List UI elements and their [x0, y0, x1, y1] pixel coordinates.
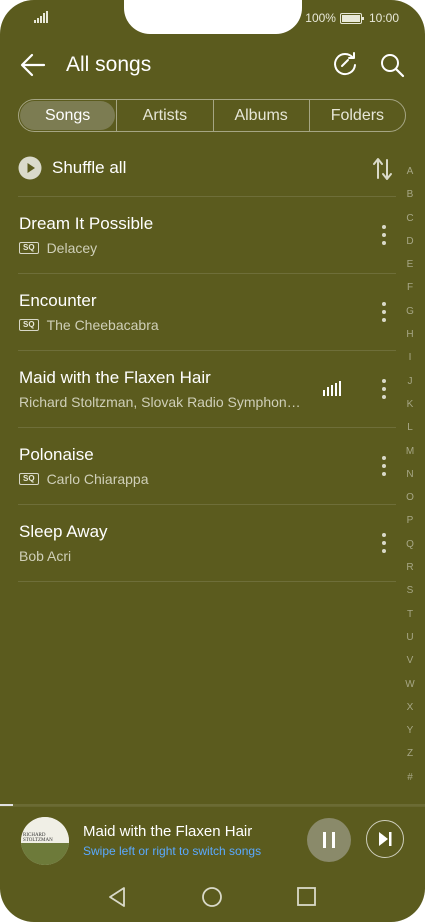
song-subtitle: Bob Acri — [19, 548, 71, 564]
status-bar: 100% 10:00 — [0, 0, 425, 34]
song-list: Dream It Possible SQ Delacey Encounter S… — [18, 196, 396, 582]
sq-badge: SQ — [19, 242, 39, 254]
song-subtitle: SQ Delacey — [19, 240, 97, 256]
alphabet-index-letter[interactable]: G — [400, 300, 420, 323]
alphabet-index-letter[interactable]: Z — [400, 742, 420, 765]
alphabet-index-letter[interactable]: S — [400, 579, 420, 602]
list-item-now-playing[interactable]: Maid with the Flaxen Hair Richard Stoltz… — [18, 350, 396, 427]
alphabet-index-letter[interactable]: I — [400, 346, 420, 369]
alphabet-index-letter[interactable]: L — [400, 416, 420, 439]
page-title: All songs — [66, 53, 152, 76]
alphabet-index-letter[interactable]: D — [400, 230, 420, 253]
album-art[interactable]: RICHARD STOLTZMAN — [21, 817, 69, 865]
song-title: Encounter — [19, 291, 97, 310]
alphabet-index-letter[interactable]: X — [400, 696, 420, 719]
alphabet-index-letter[interactable]: T — [400, 603, 420, 626]
sort-icon[interactable] — [372, 156, 394, 182]
song-title: Sleep Away — [19, 522, 108, 541]
alphabet-index-letter[interactable]: K — [400, 393, 420, 416]
mini-player[interactable]: RICHARD STOLTZMAN Maid with the Flaxen H… — [0, 806, 425, 869]
alphabet-index-letter[interactable]: N — [400, 463, 420, 486]
play-circle-icon — [18, 156, 42, 180]
sq-badge: SQ — [19, 473, 39, 485]
alphabet-index-letter[interactable]: C — [400, 207, 420, 230]
search-icon[interactable] — [378, 51, 406, 79]
nav-recents-icon[interactable] — [296, 886, 318, 908]
tab-albums[interactable]: Albums — [212, 100, 309, 131]
swipe-hint: Swipe left or right to switch songs — [83, 844, 262, 858]
next-button[interactable] — [366, 820, 404, 858]
more-vertical-icon[interactable] — [380, 224, 388, 246]
alphabet-index-letter[interactable]: M — [400, 440, 420, 463]
list-item[interactable]: Sleep Away Bob Acri — [18, 504, 396, 582]
song-artist: The Cheebacabra — [46, 317, 159, 333]
skip-next-icon — [379, 832, 392, 846]
tab-artists[interactable]: Artists — [116, 100, 212, 131]
more-vertical-icon[interactable] — [380, 301, 388, 323]
pause-icon — [323, 832, 335, 848]
nav-home-icon[interactable] — [201, 886, 223, 908]
tab-songs[interactable]: Songs — [20, 101, 116, 130]
alphabet-index-letter[interactable]: # — [400, 766, 420, 789]
list-item[interactable]: Polonaise SQ Carlo Chiarappa — [18, 427, 396, 504]
nav-back-icon[interactable] — [107, 886, 127, 908]
alphabet-index[interactable]: A B C D E F G H I J K L M N O P Q R S T U V W X Y Z # — [400, 160, 420, 789]
top-app-bar: All songs — [0, 44, 425, 88]
song-artist: Delacey — [46, 240, 98, 256]
list-item[interactable]: Encounter SQ The Cheebacabra — [18, 273, 396, 350]
alphabet-index-letter[interactable]: A — [400, 160, 420, 183]
alphabet-index-letter[interactable]: B — [400, 183, 420, 206]
category-tabs: Songs Artists Albums Folders — [18, 99, 406, 132]
song-subtitle: SQ The Cheebacabra — [19, 317, 159, 333]
shuffle-all-button[interactable]: Shuffle all — [18, 154, 398, 184]
alphabet-index-letter[interactable]: O — [400, 486, 420, 509]
song-artist: Bob Acri — [19, 548, 72, 564]
battery-percent: 100% — [305, 11, 336, 25]
now-playing-title: Maid with the Flaxen Hair — [83, 823, 253, 840]
shuffle-all-label: Shuffle all — [52, 158, 127, 177]
sq-badge: SQ — [19, 319, 39, 331]
alphabet-index-letter[interactable]: R — [400, 556, 420, 579]
alphabet-index-letter[interactable]: H — [400, 323, 420, 346]
refresh-icon[interactable] — [331, 51, 359, 79]
album-art-text: RICHARD STOLTZMAN — [23, 833, 53, 843]
alphabet-index-letter[interactable]: W — [400, 673, 420, 696]
alphabet-index-letter[interactable]: Y — [400, 719, 420, 742]
alphabet-index-letter[interactable]: Q — [400, 533, 420, 556]
clock: 10:00 — [368, 11, 399, 25]
more-vertical-icon[interactable] — [380, 378, 388, 400]
song-title: Maid with the Flaxen Hair — [19, 368, 211, 387]
song-artist: Carlo Chiarappa — [46, 471, 149, 487]
phone-screen: 100% 10:00 All songs Songs Artists Album… — [0, 0, 425, 922]
pause-button[interactable] — [307, 818, 351, 862]
signal-icon — [34, 11, 48, 23]
song-subtitle: SQ Carlo Chiarappa — [19, 471, 149, 487]
alphabet-index-letter[interactable]: V — [400, 649, 420, 672]
battery-icon — [339, 12, 364, 24]
back-arrow-icon[interactable] — [20, 52, 46, 78]
tab-folders[interactable]: Folders — [308, 100, 405, 131]
system-nav-bar — [0, 870, 425, 922]
more-vertical-icon[interactable] — [380, 455, 388, 477]
song-title: Dream It Possible — [19, 214, 154, 233]
song-artist: Richard Stoltzman, Slovak Radio Symphon… — [19, 394, 301, 410]
alphabet-index-letter[interactable]: E — [400, 253, 420, 276]
more-vertical-icon[interactable] — [380, 532, 388, 554]
alphabet-index-letter[interactable]: J — [400, 370, 420, 393]
now-playing-bars-icon — [323, 381, 341, 396]
alphabet-index-letter[interactable]: F — [400, 276, 420, 299]
list-item[interactable]: Dream It Possible SQ Delacey — [18, 196, 396, 273]
alphabet-index-letter[interactable]: P — [400, 509, 420, 532]
song-subtitle: Richard Stoltzman, Slovak Radio Symphon… — [19, 394, 319, 410]
alphabet-index-letter[interactable]: U — [400, 626, 420, 649]
song-title: Polonaise — [19, 445, 94, 464]
